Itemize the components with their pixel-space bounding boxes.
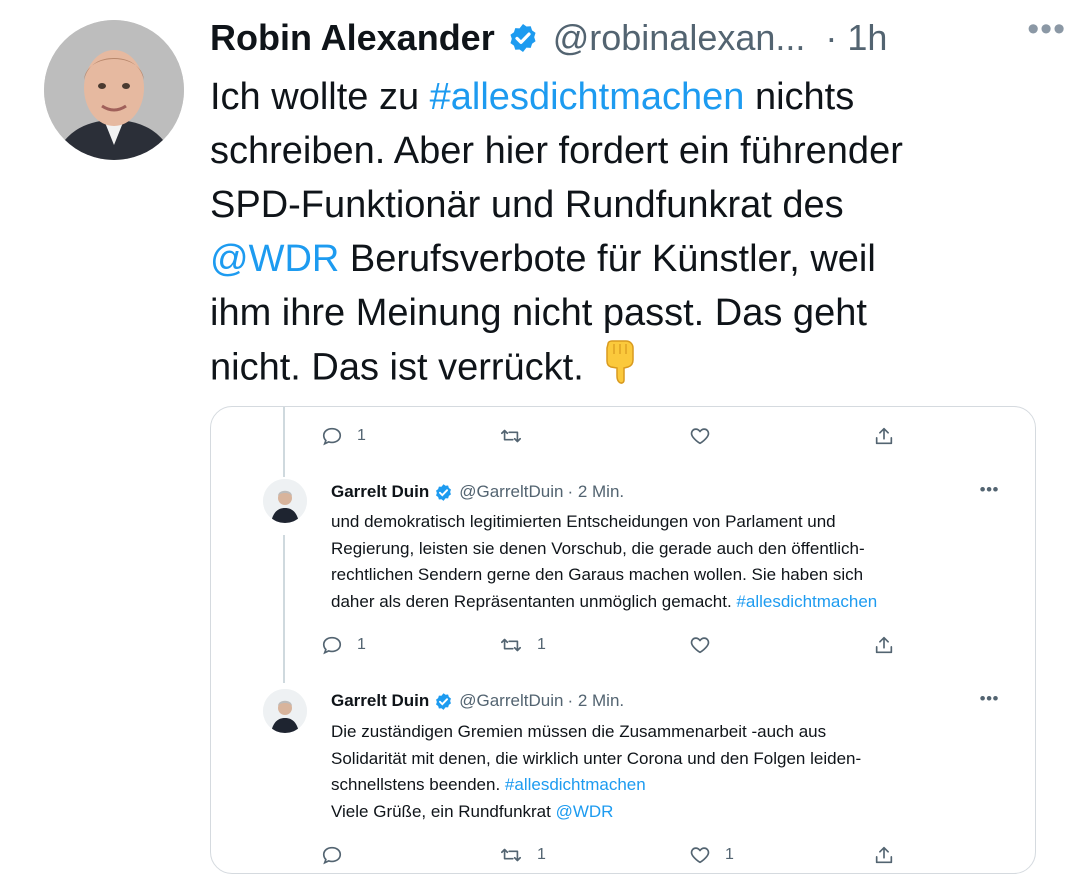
hashtag-link[interactable]: #allesdichtmachen — [430, 76, 745, 118]
avatar-portrait — [44, 20, 184, 160]
retweet-icon — [501, 429, 521, 443]
reply-line: rechtlichen Sendern gerne den Garaus mac… — [331, 565, 864, 584]
hashtag-link[interactable]: #allesdichtmachen — [505, 775, 646, 794]
reply-button[interactable]: 1 — [321, 419, 366, 453]
text-fragment: nicht. Das ist verrückt. — [210, 346, 584, 389]
reply-line: Regierung, leisten sie denen Vorschub, d… — [331, 538, 865, 558]
text-fragment: nichts — [744, 76, 855, 118]
more-options-icon[interactable]: ••• — [1027, 10, 1066, 49]
verified-badge-icon — [436, 483, 452, 501]
reply-header: Garrelt Duin @GarreltDuin · 2 Min. — [331, 689, 624, 713]
tweet-line: ihm ihre Meinung nicht passt. Das geht — [210, 292, 867, 334]
heart-icon — [690, 428, 710, 445]
retweet-button[interactable] — [499, 419, 537, 453]
reply-line: daher als deren Repräsentanten unmöglich… — [331, 589, 1011, 616]
reply-author-avatar[interactable] — [263, 689, 307, 733]
reply-line: Solidarität mit denen, die wirklich unte… — [331, 748, 862, 768]
mention-link[interactable]: @WDR — [210, 238, 339, 280]
share-button[interactable] — [873, 628, 895, 662]
more-options-icon[interactable]: ••• — [980, 689, 999, 709]
reply-count: 1 — [357, 636, 366, 653]
heart-icon — [690, 637, 710, 654]
retweet-count: 1 — [537, 846, 546, 863]
hashtag-link[interactable]: #allesdichtmachen — [736, 592, 877, 611]
tweet-line: Ich wollte zu #allesdichtmachen nichts — [210, 70, 1040, 124]
like-button[interactable] — [689, 419, 725, 453]
embedded-screenshot[interactable]: 1 Garrelt Duin @GarreltDuin · 2 Min. •••… — [210, 406, 1036, 874]
share-button[interactable] — [873, 838, 895, 872]
action-bar: 1 — [321, 419, 911, 453]
reply-line: schnellstens beenden. #allesdichtmachen — [331, 772, 1011, 799]
retweet-icon — [501, 848, 521, 862]
reply-button[interactable] — [321, 838, 357, 872]
retweet-icon — [501, 638, 521, 652]
tweet-line: @WDR Berufsverbote für Künstler, weil — [210, 232, 1040, 286]
tweet-timestamp[interactable]: · 1h — [825, 17, 887, 59]
reply-author-name[interactable]: Garrelt Duin — [331, 482, 429, 502]
retweet-button[interactable]: 1 — [499, 838, 546, 872]
share-icon — [875, 846, 893, 864]
author-name[interactable]: Robin Alexander — [210, 17, 495, 59]
retweet-count: 1 — [537, 636, 546, 653]
reply-text: Die zuständigen Gremien müssen die Zusam… — [331, 719, 1011, 825]
tweet-header: Robin Alexander @robinalexan... · 1h — [210, 14, 1056, 62]
verified-badge-icon — [436, 692, 452, 710]
text-fragment: schnellstens beenden. — [331, 775, 505, 794]
share-icon — [875, 636, 893, 654]
tweet-line: SPD-Funktionär und Rundfunkrat des — [210, 184, 844, 226]
text-fragment: Viele Grüße, ein Rundfunkrat — [331, 801, 556, 821]
reply-timestamp[interactable]: · 2 Min. — [567, 482, 624, 502]
reply-author-name[interactable]: Garrelt Duin — [331, 691, 429, 711]
text-fragment: Ich wollte zu — [210, 76, 430, 118]
reply-author-handle[interactable]: @GarreltDuin — [459, 691, 563, 711]
reply-icon — [322, 846, 342, 865]
reply-author-handle[interactable]: @GarreltDuin — [459, 482, 563, 502]
reply-line: und demokratisch legitimierten Entscheid… — [331, 512, 836, 531]
reply-icon — [322, 636, 342, 655]
text-fragment: daher als deren Repräsentanten unmöglich… — [331, 591, 737, 611]
share-button[interactable] — [873, 419, 895, 453]
avatar-portrait — [263, 479, 307, 523]
action-bar: 1 1 — [321, 628, 911, 662]
heart-icon — [690, 847, 710, 864]
avatar-portrait — [263, 689, 307, 733]
author-avatar[interactable] — [44, 20, 184, 160]
reply-timestamp[interactable]: · 2 Min. — [567, 691, 624, 711]
reply-icon — [322, 427, 342, 446]
tweet-line: nicht. Das ist verrückt. — [210, 340, 1040, 394]
like-count: 1 — [725, 846, 734, 863]
reply-line: Viele Grüße, ein Rundfunkrat @WDR — [331, 799, 1011, 826]
reply-text: und demokratisch legitimierten Entscheid… — [331, 509, 1011, 615]
reply-count: 1 — [357, 427, 366, 444]
thread-connector — [283, 535, 285, 683]
share-icon — [875, 427, 893, 445]
reply-header: Garrelt Duin @GarreltDuin · 2 Min. — [331, 480, 624, 504]
text-fragment: Berufsverbote für Künstler, weil — [339, 238, 876, 280]
like-button[interactable]: 1 — [689, 838, 734, 872]
mention-link[interactable]: @WDR — [556, 802, 614, 821]
tweet-text: Ich wollte zu #allesdichtmachen nichts s… — [210, 70, 1040, 394]
retweet-button[interactable]: 1 — [499, 628, 546, 662]
backhand-index-pointing-down-icon — [602, 340, 636, 399]
reply-button[interactable]: 1 — [321, 628, 366, 662]
author-handle[interactable]: @robinalexan... — [553, 17, 806, 59]
thread-connector — [283, 407, 285, 477]
more-options-icon[interactable]: ••• — [980, 480, 999, 500]
tweet-line: schreiben. Aber hier fordert ein führend… — [210, 130, 903, 172]
verified-badge-icon — [510, 24, 536, 52]
like-button[interactable] — [689, 628, 725, 662]
reply-line: Die zuständigen Gremien müssen die Zusam… — [331, 722, 827, 741]
reply-author-avatar[interactable] — [263, 479, 307, 523]
action-bar: 1 1 — [321, 838, 911, 872]
